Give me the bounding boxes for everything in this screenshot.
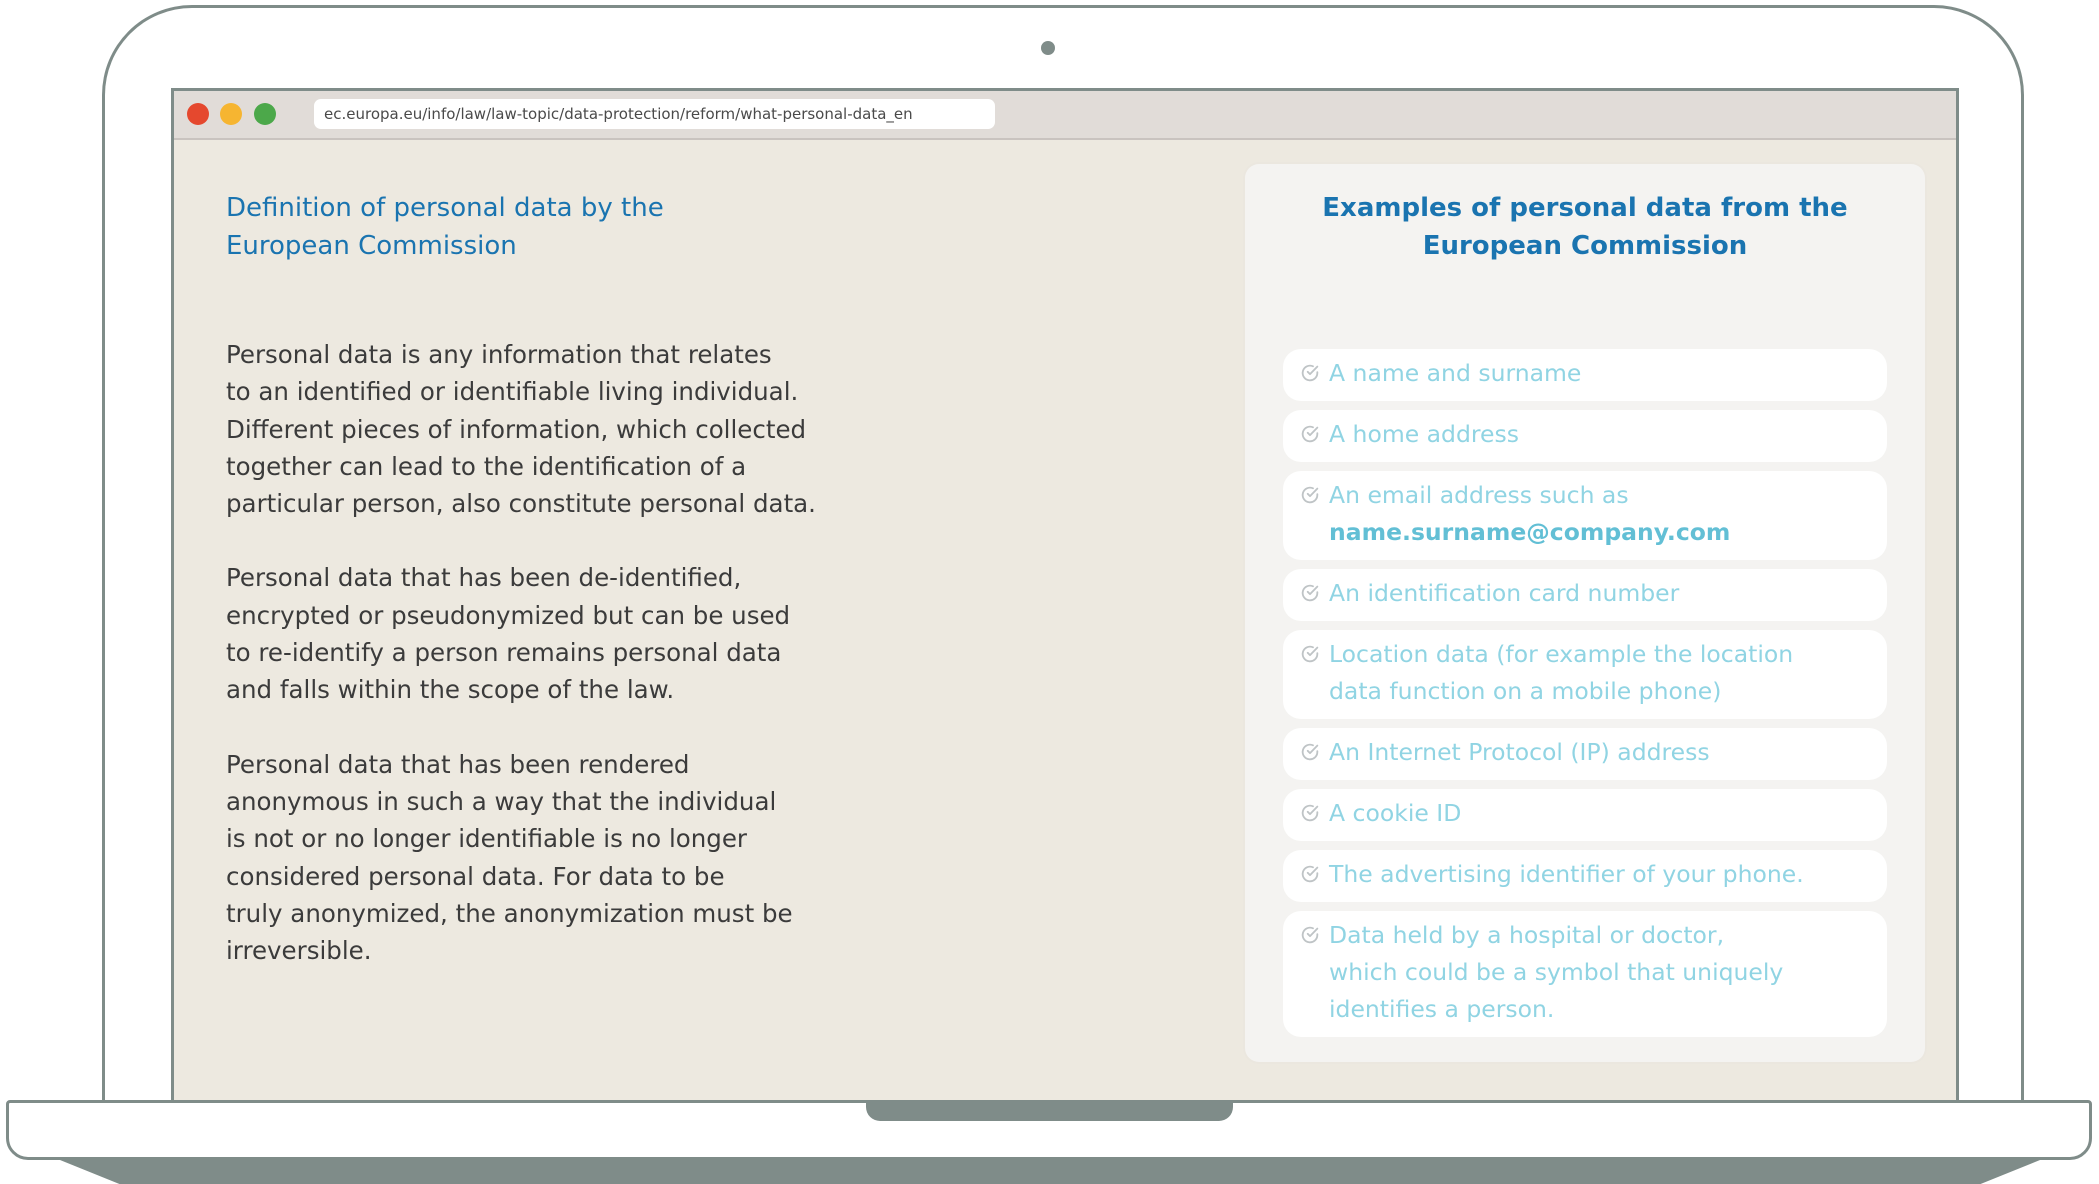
list-item: A cookie ID (1283, 789, 1887, 841)
browser-toolbar: ec.europa.eu/info/law/law-topic/data-pro… (174, 91, 1956, 140)
check-circle-icon (1301, 865, 1319, 883)
examples-card: Examples of personal data from the Europ… (1245, 164, 1925, 1062)
check-circle-icon (1301, 804, 1319, 822)
list-item-label: An Internet Protocol (IP) address (1329, 738, 1710, 766)
laptop-notch (866, 1100, 1233, 1121)
list-item-label-continued: data function on a mobile phone) (1329, 677, 1722, 705)
address-bar[interactable]: ec.europa.eu/info/law/law-topic/data-pro… (314, 99, 995, 129)
check-circle-icon (1301, 486, 1319, 504)
list-item-label-continued: identifies a person. (1329, 995, 1555, 1023)
definition-paragraph: Personal data that has been de-identifie… (226, 563, 791, 705)
list-item-label: An email address such as (1329, 481, 1629, 509)
list-item: Location data (for example the location … (1283, 630, 1887, 719)
list-item: A home address (1283, 410, 1887, 462)
check-circle-icon (1301, 584, 1319, 602)
minimize-window-button[interactable] (220, 103, 242, 125)
camera-icon (1041, 41, 1055, 55)
list-item-label-continued: which could be a symbol that uniquely (1329, 958, 1784, 986)
list-item: A name and surname (1283, 349, 1887, 401)
definition-heading: Definition of personal data by the Europ… (226, 193, 664, 261)
list-item-label: An identification card number (1329, 579, 1680, 607)
close-window-button[interactable] (187, 103, 209, 125)
check-circle-icon (1301, 364, 1319, 382)
browser-window: ec.europa.eu/info/law/law-topic/data-pro… (171, 88, 1959, 1100)
laptop-base-shadow (60, 1160, 2040, 1184)
definition-body: Personal data is any information that re… (226, 336, 866, 1006)
examples-heading: Examples of personal data from the Europ… (1322, 193, 1848, 261)
list-item: An email address such as name.surname@co… (1283, 471, 1887, 560)
list-item-label: A name and surname (1329, 359, 1582, 387)
list-item: The advertising identifier of your phone… (1283, 850, 1887, 902)
check-circle-icon (1301, 926, 1319, 944)
check-circle-icon (1301, 425, 1319, 443)
list-item-label: A cookie ID (1329, 799, 1462, 827)
maximize-window-button[interactable] (254, 103, 276, 125)
definition-paragraph: Personal data is any information that re… (226, 340, 816, 519)
list-item: An identification card number (1283, 569, 1887, 621)
list-item-label: Location data (for example the location (1329, 640, 1794, 668)
definition-paragraph: Personal data that has been rendered ano… (226, 749, 793, 966)
list-item-label: The advertising identifier of your phone… (1329, 860, 1804, 888)
list-item: Data held by a hospital or doctor, which… (1283, 911, 1887, 1037)
list-item-label: Data held by a hospital or doctor, (1329, 921, 1725, 949)
list-item-label: A home address (1329, 420, 1519, 448)
list-item: An Internet Protocol (IP) address (1283, 728, 1887, 780)
check-circle-icon (1301, 645, 1319, 663)
email-example: name.surname@company.com (1329, 518, 1731, 546)
check-circle-icon (1301, 743, 1319, 761)
